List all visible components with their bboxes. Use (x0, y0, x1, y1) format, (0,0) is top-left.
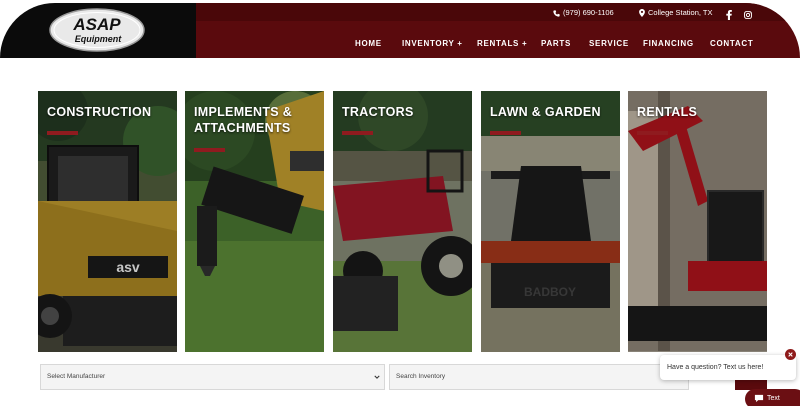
location-text: College Station, TX (648, 8, 713, 17)
instagram-icon[interactable] (744, 8, 752, 22)
category-tile-rentals[interactable]: RENTALS (628, 91, 767, 352)
category-title-line1: LAWN & GARDEN (490, 105, 601, 119)
nav-rentals[interactable]: RENTALS + (477, 37, 527, 51)
nav-inventory[interactable]: INVENTORY + (402, 37, 463, 51)
location-link[interactable]: College Station, TX (639, 6, 712, 20)
category-title: RENTALS (637, 104, 697, 120)
manufacturer-select[interactable]: Select Manufacturer (40, 364, 385, 390)
category-tile-construction[interactable]: asv CONSTRUCTION (38, 91, 177, 352)
map-pin-icon (639, 9, 645, 17)
nav-parts[interactable]: PARTS (541, 37, 571, 51)
close-icon (788, 352, 793, 357)
chat-prompt-bubble[interactable]: Have a question? Text us here! (660, 355, 796, 380)
nav-home[interactable]: HOME (355, 37, 382, 51)
chat-prompt-text: Have a question? Text us here! (667, 364, 764, 371)
phone-number: (979) 690-1106 (563, 8, 614, 17)
chat-icon (754, 394, 764, 403)
category-title: IMPLEMENTS & ATTACHMENTS (194, 104, 292, 136)
text-us-button[interactable]: Text (745, 389, 800, 406)
search-inventory-placeholder: Search Inventory (396, 373, 446, 380)
phone-link[interactable]: (979) 690-1106 (553, 6, 614, 20)
nav-financing[interactable]: FINANCING (643, 37, 694, 51)
site-header: ASAP Equipment (979) 690-1106 College St… (0, 3, 800, 58)
title-underline (637, 131, 668, 135)
category-title-line1: TRACTORS (342, 105, 414, 119)
phone-icon (553, 9, 560, 17)
category-title-line2: ATTACHMENTS (194, 121, 291, 135)
category-title: TRACTORS (342, 104, 414, 120)
title-underline (194, 148, 225, 152)
title-underline (47, 131, 78, 135)
text-us-label: Text (767, 395, 780, 402)
category-tile-implements[interactable]: IMPLEMENTS & ATTACHMENTS (185, 91, 324, 352)
logo-area[interactable]: ASAP Equipment (0, 3, 196, 58)
svg-text:Equipment: Equipment (75, 34, 123, 44)
nav-contact[interactable]: CONTACT (710, 37, 753, 51)
page: ASAP Equipment (979) 690-1106 College St… (0, 0, 800, 406)
asap-equipment-logo[interactable]: ASAP Equipment (49, 8, 145, 52)
manufacturer-select-value: Select Manufacturer (47, 373, 106, 380)
category-title-line1: IMPLEMENTS & (194, 105, 293, 119)
search-inventory-input[interactable]: Search Inventory (389, 364, 689, 390)
nav-service[interactable]: SERVICE (589, 37, 629, 51)
category-title: LAWN & GARDEN (490, 104, 601, 120)
title-underline (490, 131, 521, 135)
category-tile-lawn-garden[interactable]: BADBOY LAWN & GARDEN (481, 91, 620, 352)
chevron-down-icon (374, 375, 380, 379)
facebook-icon[interactable] (726, 8, 732, 22)
category-title-line1: RENTALS (637, 105, 698, 119)
main-nav: HOME INVENTORY + RENTALS + PARTS SERVICE… (196, 37, 800, 51)
category-title-line1: CONSTRUCTION (47, 105, 152, 119)
svg-text:ASAP: ASAP (72, 15, 121, 34)
category-title: CONSTRUCTION (47, 104, 151, 120)
category-tile-tractors[interactable]: TRACTORS (333, 91, 472, 352)
title-underline (342, 131, 373, 135)
nav-area: (979) 690-1106 College Station, TX HOME … (196, 3, 800, 58)
chat-close-button[interactable] (785, 349, 796, 360)
